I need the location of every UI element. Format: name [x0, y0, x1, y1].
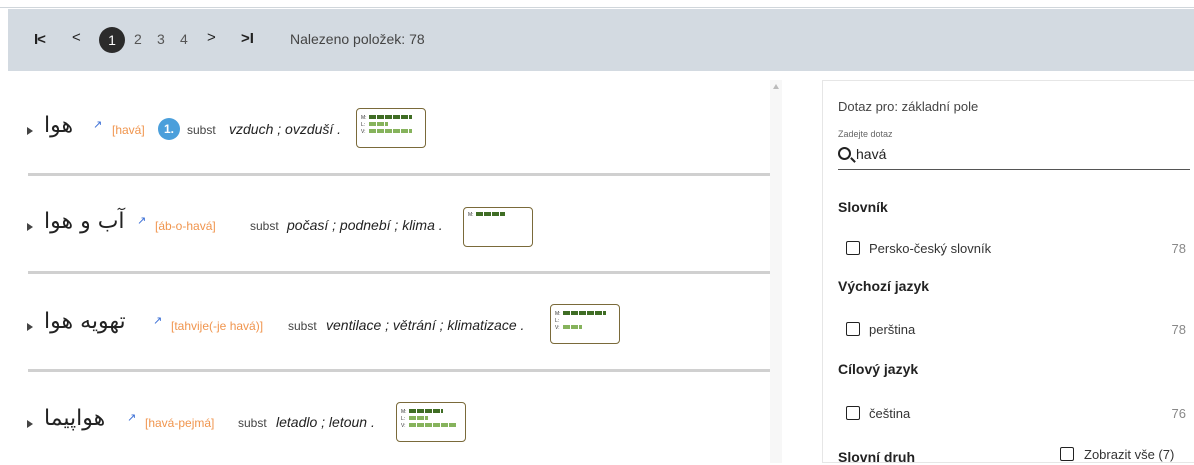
frequency-box: M: L: V: [396, 402, 466, 442]
freq-bar [369, 115, 412, 119]
current-page[interactable]: 1 [99, 27, 125, 53]
meaning: ventilace ; větrání ; klimatizace . [326, 317, 525, 333]
option-label: perština [869, 322, 916, 337]
first-page-button[interactable]: I< [34, 31, 46, 48]
freq-bar [563, 311, 606, 315]
freq-bar [409, 416, 428, 420]
page-link[interactable]: 4 [180, 31, 188, 47]
expand-icon[interactable] [27, 223, 33, 231]
option-count: 78 [1171, 241, 1186, 256]
part-of-speech: subst [288, 319, 317, 333]
expand-icon[interactable] [27, 323, 33, 331]
external-link-icon[interactable]: ↗ [137, 214, 146, 227]
part-of-speech: subst [187, 123, 216, 137]
freq-label: L: [361, 122, 366, 128]
part-of-speech: subst [238, 416, 267, 430]
headword: هواپیما [44, 406, 106, 431]
scroll-up-icon[interactable] [773, 84, 779, 89]
section-title-dictionary: Slovník [838, 199, 888, 215]
freq-bar [563, 325, 582, 329]
filter-option-target-language[interactable]: čeština 76 [846, 403, 1186, 423]
option-count: 76 [1171, 406, 1186, 421]
result-row[interactable]: هواپیما ↗ [havá-pejmá] subst letadlo ; l… [0, 380, 770, 460]
transliteration: [havá] [112, 123, 145, 137]
meaning: letadlo ; letoun . [276, 414, 375, 430]
row-divider [28, 271, 770, 274]
results-list: هوا ↗ [havá] 1. subst vzduch ; ovzduší .… [0, 80, 770, 463]
headword: تهویه هوا [44, 309, 126, 334]
page-link[interactable]: 2 [134, 31, 142, 47]
prev-page-button[interactable]: < [72, 29, 81, 46]
freq-label: M: [401, 409, 407, 415]
show-all-label: Zobrazit vše (7) [1084, 447, 1175, 462]
result-row[interactable]: تهویه هوا ↗ [tahvije(-je havá)] subst ve… [0, 285, 770, 365]
section-title-target-language: Cílový jazyk [838, 361, 919, 377]
option-label: Persko-český slovník [869, 241, 992, 256]
page-link[interactable]: 3 [157, 31, 165, 47]
pagination-bar: I< < 1 2 3 4 > >I Nalezeno položek: 78 [8, 9, 1194, 71]
query-title: Dotaz pro: základní pole [838, 99, 979, 114]
expand-icon[interactable] [27, 127, 33, 135]
freq-label: M: [468, 212, 474, 218]
section-title-source-language: Výchozí jazyk [838, 278, 930, 294]
headword: آب و هوا [44, 209, 125, 234]
external-link-icon[interactable]: ↗ [153, 314, 162, 327]
freq-label: V: [401, 423, 406, 429]
meaning: vzduch ; ovzduší . [229, 121, 342, 137]
meaning: počasí ; podnebí ; klima . [287, 217, 443, 233]
checkbox[interactable] [846, 241, 860, 255]
frequency-box: M: L: V: [550, 304, 620, 344]
freq-bar [409, 423, 457, 427]
transliteration: [havá-pejmá] [145, 416, 215, 430]
checkbox[interactable] [1060, 447, 1074, 461]
query-label: Zadejte dotaz [838, 129, 893, 139]
option-label: čeština [869, 406, 911, 421]
frequency-box: M: [463, 207, 533, 247]
freq-bar [369, 122, 388, 126]
transliteration: [áb-o-havá] [155, 219, 216, 233]
transliteration: [tahvije(-je havá)] [171, 319, 264, 333]
freq-label: V: [361, 129, 366, 135]
freq-bar [409, 409, 443, 413]
results-count: Nalezeno položek: 78 [290, 31, 425, 47]
search-input[interactable] [856, 146, 1186, 162]
top-edge [0, 0, 1194, 8]
checkbox[interactable] [846, 322, 860, 336]
freq-label: L: [401, 416, 406, 422]
freq-label: M: [361, 115, 367, 121]
checkbox[interactable] [846, 406, 860, 420]
search-icon [838, 147, 851, 160]
filter-option-dictionary[interactable]: Persko-český slovník 78 [846, 238, 1186, 258]
freq-bar [476, 212, 505, 216]
row-divider [28, 173, 770, 176]
result-row[interactable]: هوا ↗ [havá] 1. subst vzduch ; ovzduší .… [0, 80, 770, 160]
frequency-box: M: L: V: [356, 108, 426, 148]
sense-number-badge: 1. [158, 118, 180, 140]
expand-icon[interactable] [27, 420, 33, 428]
external-link-icon[interactable]: ↗ [127, 411, 136, 424]
next-page-button[interactable]: > [207, 29, 216, 46]
freq-label: L: [555, 318, 560, 324]
part-of-speech: subst [250, 219, 279, 233]
external-link-icon[interactable]: ↗ [93, 118, 102, 131]
result-row[interactable]: آب و هوا ↗ [áb-o-havá] subst počasí ; po… [0, 185, 770, 265]
freq-bar [369, 129, 412, 133]
filter-panel: Dotaz pro: základní pole Zadejte dotaz S… [822, 80, 1194, 465]
search-underline [838, 169, 1190, 170]
results-scrollbar[interactable] [770, 80, 782, 463]
last-page-button[interactable]: >I [241, 30, 254, 47]
option-count: 78 [1171, 322, 1186, 337]
freq-label: V: [555, 325, 560, 331]
row-divider [28, 369, 770, 372]
headword: هوا [44, 113, 74, 138]
filter-option-source-language[interactable]: perština 78 [846, 319, 1186, 339]
freq-label: M: [555, 311, 561, 317]
